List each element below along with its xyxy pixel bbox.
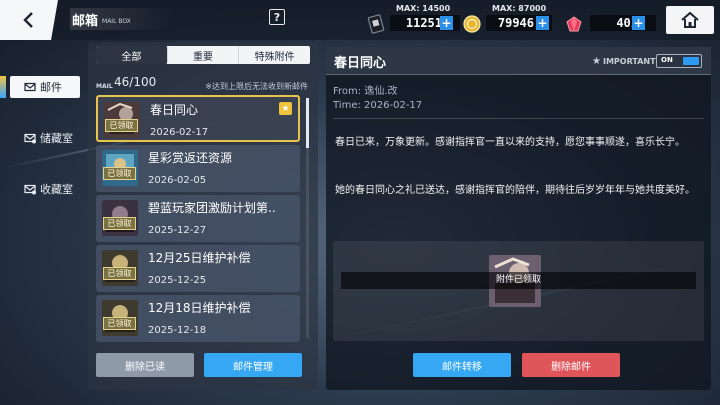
delete-mail-button[interactable]: 删除邮件 [522,353,620,377]
coin-icon [462,14,482,34]
list-scrollbar-thumb[interactable] [306,98,309,148]
mail-thumbnail: 已领取 [102,200,138,236]
chevron-left-icon [23,12,33,28]
attachment-status: 附件已领取 [341,272,696,289]
claimed-badge: 已领取 [103,217,136,230]
stamina-max: MAX: 14500 [396,4,451,13]
mail-label: MAIL [96,83,113,90]
resource-stamina: MAX: 14500 11251 + [366,4,462,36]
time-line: Time: 2026-02-17 [333,100,422,111]
home-button[interactable] [666,6,714,34]
delete-read-button[interactable]: 删除已读 [96,353,194,377]
top-bar: 邮箱 MAIL BOX ? MAX: 14500 11251 + MAX: 87… [0,0,720,40]
sidebar-item-label: 储藏室 [40,132,73,145]
mail-list-item[interactable]: 已领取 12月18日维护补偿 2025-12-18 [96,295,300,342]
mail-subject: 12月25日维护补偿 [148,251,251,265]
filter-tabs: 全部 重要 特殊附件 [96,46,310,64]
star-icon: ★ [592,56,601,67]
from-line: From: 逸仙.改 [333,82,398,97]
mail-thumbnail: 已领取 [104,102,140,138]
mail-subject: 碧蓝玩家团激励计划第.. [148,201,276,215]
gem-icon [564,14,584,34]
mail-thumbnail: 已领取 [102,150,138,186]
sidebar-item-mail[interactable]: 邮件 [10,76,80,98]
mail-date: 2026-02-17 [150,127,209,138]
mail-subject: 春日同心 [150,103,199,117]
side-nav-accent [0,76,6,98]
important-label: ★ IMPORTANT [592,56,656,67]
help-button[interactable]: ? [269,9,285,25]
important-text: IMPORTANT [602,57,656,66]
mail-body-paragraph: 春日已来，万象更新。感谢指挥官一直以来的支持，愿您事事顺遂，喜乐长宁。 [335,137,685,148]
mail-list-item[interactable]: 已领取 星彩赏返还资源 2026-02-05 [96,145,300,192]
claimed-badge: 已领取 [103,267,136,280]
card-icon [366,14,386,34]
mail-list-item[interactable]: 已领取 碧蓝玩家团激励计划第.. 2025-12-27 [96,195,300,242]
star-icon: ★ [279,102,292,115]
mail-list-item[interactable]: 已领取 春日同心 2026-02-17 ★ [96,95,300,142]
side-nav: 邮件 储藏室 收藏室 [0,40,88,405]
list-scrollbar[interactable] [306,98,309,338]
page-title: 邮箱 MAIL BOX [70,8,175,30]
divider [333,118,704,119]
back-button[interactable] [0,0,58,40]
coins-max: MAX: 87000 [492,4,547,13]
mail-detail-panel: 春日同心 ★ IMPORTANT ON From: 逸仙.改 Time: 202… [326,47,711,390]
claimed-badge: 已领取 [103,167,136,180]
mail-thumbnail: 已领取 [102,300,138,336]
storage-icon [24,133,36,144]
mail-icon [24,82,36,92]
home-icon [681,11,699,28]
tab-special-attachment[interactable]: 特殊附件 [239,46,310,64]
limit-note: ※达到上限后无法收到新邮件 [205,82,308,91]
mail-subject: 12月18日维护补偿 [148,301,251,315]
claimed-badge: 已领取 [103,317,136,330]
sidebar-item-collection[interactable]: 收藏室 [10,178,80,200]
mail-date: 2026-02-05 [148,175,207,186]
gems-value: 401 [590,15,656,31]
time-label: Time: [333,100,365,111]
mail-date: 2025-12-27 [148,225,207,236]
from-label: From: [333,86,365,97]
gems-plus-button[interactable]: + [632,16,645,30]
claimed-badge: 已领取 [105,119,138,132]
detail-title: 春日同心 [334,56,387,71]
resource-gems: 401 + [562,4,656,36]
tab-all[interactable]: 全部 [96,46,168,64]
transfer-mail-button[interactable]: 邮件转移 [413,353,511,377]
mail-list-item[interactable]: 已领取 12月25日维护补偿 2025-12-25 [96,245,300,292]
mail-thumbnail: 已领取 [102,250,138,286]
page-subtitle: MAIL BOX [102,17,131,25]
sidebar-item-label: 收藏室 [40,183,73,196]
collection-icon [24,184,36,195]
mail-count: 46/100 [114,75,157,89]
tab-important[interactable]: 重要 [168,46,240,64]
from-value: 逸仙.改 [364,86,398,97]
toggle-state: ON [661,56,673,64]
resource-coins: MAX: 87000 79946 + [462,4,554,36]
detail-header: 春日同心 ★ IMPORTANT ON [326,47,711,75]
mail-body-paragraph: 她的春日同心之礼已送达，感谢指挥官的陪伴，期待往后岁岁年年与她共度美好。 [335,185,695,196]
toggle-knob [683,57,699,65]
sidebar-item-storage[interactable]: 储藏室 [10,127,80,149]
mail-count-row: MAIL 46/100 ※达到上限后无法收到新邮件 [96,75,310,91]
coins-plus-button[interactable]: + [536,16,549,30]
mail-manage-button[interactable]: 邮件管理 [204,353,302,377]
time-value: 2026-02-17 [364,100,423,111]
mail-date: 2025-12-18 [148,325,207,336]
mail-date: 2025-12-25 [148,275,207,286]
mail-subject: 星彩赏返还资源 [148,151,233,165]
sidebar-item-label: 邮件 [40,81,62,94]
stamina-plus-button[interactable]: + [440,16,453,30]
attachment-area: 附件已领取 [333,241,704,341]
mail-list-panel: 全部 重要 特殊附件 MAIL 46/100 ※达到上限后无法收到新邮件 已领取… [88,42,318,390]
important-toggle[interactable]: ON [656,54,702,68]
page-title-text: 邮箱 [72,13,99,29]
